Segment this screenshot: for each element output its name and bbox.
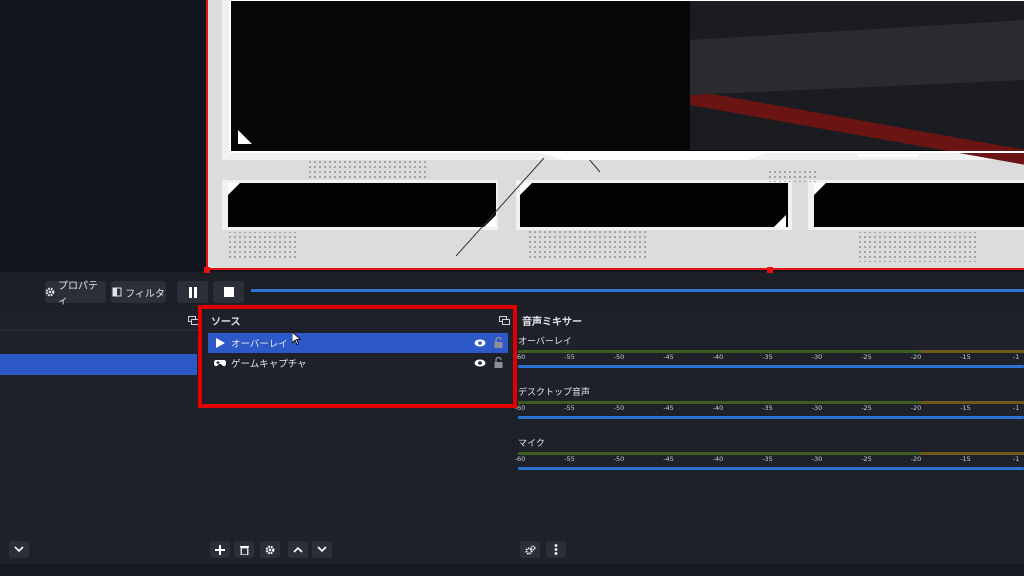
chevron-down-icon — [14, 546, 24, 553]
move-source-up-button[interactable] — [288, 541, 308, 558]
mixer-channel-name: オーバーレイ — [518, 337, 572, 347]
meter-tick-label: -20 — [910, 404, 922, 412]
properties-label: プロパティ — [58, 281, 98, 307]
highlight-box — [198, 305, 517, 408]
mixer-channel: デスクトップ音声 -60 -55 -50 -45 -40 -35 -30 -25 -20 -15 -1 — [515, 385, 1024, 425]
filter-icon — [112, 287, 122, 297]
mixer-channel-name: デスクトップ音声 — [518, 388, 591, 398]
move-scene-down-button[interactable] — [9, 541, 29, 558]
move-source-down-button[interactable] — [312, 541, 332, 558]
meter-tick-label: -45 — [663, 353, 674, 361]
meter-tick-label: -40 — [712, 353, 724, 361]
meter-tick-label: -15 — [960, 455, 971, 463]
meter-tick-label: -20 — [910, 455, 922, 463]
meter-tick-label: -1 — [1012, 404, 1020, 412]
meter-scale: -60 -55 -50 -45 -40 -35 -30 -25 -20 -15 -1 — [515, 353, 1024, 363]
properties-button[interactable]: プロパティ — [45, 281, 106, 307]
meter-tick-label: -25 — [861, 404, 872, 412]
audio-mixer-dock: 音声ミキサー オーバーレイ -60 -55 -50 -45 -40 -35 -30 -25 -20… — [515, 309, 1024, 564]
meter-tick-label: -15 — [960, 353, 971, 361]
meter-tick-label: -55 — [564, 404, 575, 412]
gear-icon — [265, 545, 275, 554]
meter-tick-label: -1 — [1012, 353, 1020, 361]
status-bar — [0, 564, 1024, 576]
meter-tick-label: -30 — [811, 353, 823, 361]
meter-tick-label: -45 — [663, 455, 674, 463]
meter-tick-label: -30 — [811, 455, 823, 463]
meter-tick-label: -25 — [861, 353, 872, 361]
meter-tick-label: -60 — [514, 455, 526, 463]
pause-button[interactable] — [177, 281, 208, 303]
mixer-channel: オーバーレイ -60 -55 -50 -45 -40 -35 -30 -25 -20 -15 -1 — [515, 334, 1024, 374]
filters-label: フィルタ — [125, 288, 165, 300]
mixer-settings-button[interactable] — [520, 541, 540, 558]
resize-handle[interactable] — [767, 267, 773, 273]
pause-icon — [188, 286, 197, 298]
mouse-cursor-icon — [292, 332, 301, 345]
meter-tick-label: -35 — [762, 404, 773, 412]
volume-slider[interactable] — [518, 467, 1024, 470]
scenes-dock — [0, 309, 202, 564]
media-seek-bar[interactable] — [251, 289, 1024, 292]
overlay-graphic — [208, 0, 1024, 268]
chevron-down-icon — [317, 546, 327, 553]
meter-tick-label: -55 — [564, 455, 575, 463]
meter-tick-label: -15 — [960, 404, 971, 412]
volume-slider[interactable] — [518, 365, 1024, 368]
gears-icon — [524, 545, 535, 555]
meter-tick-label: -25 — [861, 455, 872, 463]
trash-icon — [239, 545, 249, 555]
gear-icon — [45, 287, 55, 297]
plus-icon — [215, 544, 225, 555]
mixer-menu-button[interactable] — [546, 541, 566, 558]
meter-tick-label: -55 — [564, 353, 575, 361]
meter-scale: -60 -55 -50 -45 -40 -35 -30 -25 -20 -15 -1 — [515, 404, 1024, 414]
remove-source-button[interactable] — [234, 541, 254, 558]
volume-slider[interactable] — [518, 416, 1024, 419]
source-properties-button[interactable] — [260, 541, 280, 558]
scenes-dock-header — [0, 309, 202, 331]
meter-tick-label: -20 — [910, 353, 922, 361]
meter-tick-label: -50 — [613, 353, 625, 361]
stop-icon — [223, 287, 234, 297]
stop-button[interactable] — [213, 281, 244, 303]
meter-scale: -60 -55 -50 -45 -40 -35 -30 -25 -20 -15 -1 — [514, 455, 1024, 465]
meter-tick-label: -40 — [712, 455, 724, 463]
meter-tick-label: -45 — [663, 404, 674, 412]
meter-tick-label: -30 — [811, 404, 823, 412]
chevron-up-icon — [293, 546, 303, 553]
meter-tick-label: -1 — [1012, 455, 1020, 463]
preview-canvas[interactable] — [206, 0, 1024, 270]
scene-item-selected[interactable] — [0, 354, 197, 375]
meter-tick-label: -35 — [762, 353, 773, 361]
more-vertical-icon — [554, 544, 558, 555]
filters-button[interactable]: フィルタ — [111, 281, 166, 303]
resize-handle[interactable] — [204, 267, 210, 273]
add-source-button[interactable] — [210, 541, 230, 558]
meter-tick-label: -35 — [762, 455, 773, 463]
meter-tick-label: -50 — [613, 455, 625, 463]
meter-tick-label: -50 — [613, 404, 625, 412]
mixer-channel: マイク -60 -55 -50 -45 -40 -35 -30 -25 -20 -15 -1 — [514, 436, 1024, 476]
meter-tick-label: -40 — [712, 404, 724, 412]
mixer-dock-title: 音声ミキサー — [522, 316, 582, 328]
mixer-channel-name: マイク — [518, 439, 545, 449]
